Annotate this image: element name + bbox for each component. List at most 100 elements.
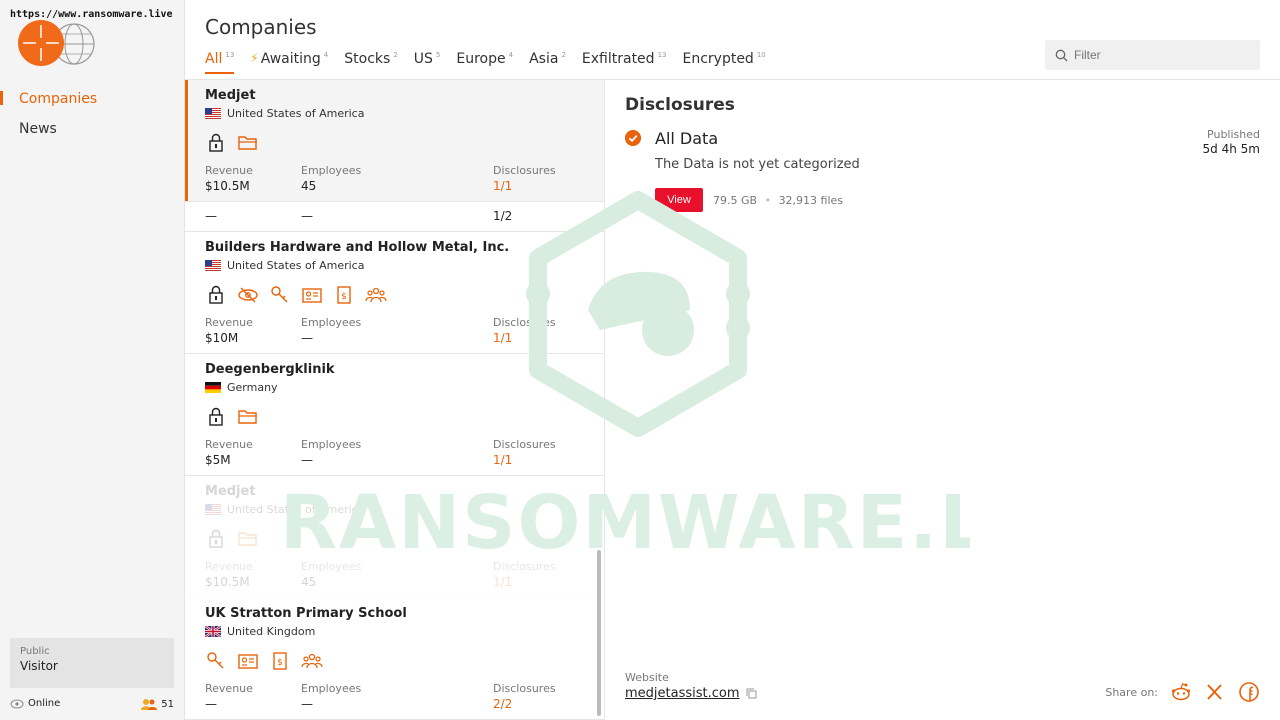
tab-count: 2	[393, 51, 398, 59]
page-title: Companies	[205, 15, 317, 39]
stat-value: 45	[301, 575, 317, 589]
user-name: Visitor	[20, 659, 58, 673]
header: Companies All 13 ⚡ Awaiting 4 Stocks 2 US 5 E…	[185, 0, 1280, 80]
tab-label: Stocks	[344, 51, 391, 67]
share-label: Share on:	[1105, 685, 1158, 699]
bolt-icon: ⚡	[250, 51, 259, 65]
stat-disclosures: Disclosures 1/1	[493, 164, 589, 193]
tab-label: Asia	[529, 51, 559, 67]
filter-box	[1045, 40, 1260, 70]
company-country: United States of America	[205, 107, 584, 120]
stat-employees: Employees —	[301, 438, 397, 467]
stat-revenue: Revenue $10.5M	[205, 560, 301, 589]
company-country: Germany	[205, 381, 584, 394]
disclosure-description: The Data is not yet categorized	[655, 157, 860, 172]
app-root: https://www.ransomware.live Companies Ne…	[0, 0, 1280, 720]
country-label: United States of America	[227, 107, 365, 120]
data-type-icons: $	[205, 650, 584, 672]
reddit-icon[interactable]	[1170, 681, 1192, 703]
company-card[interactable]: Medjet United States of America Revenue $…	[185, 80, 604, 202]
sidebar-nav: Companies News	[0, 88, 184, 148]
list-scrollbar[interactable]	[597, 550, 601, 716]
data-size: 79.5 GB	[713, 194, 758, 207]
filter-tabs: All 13 ⚡ Awaiting 4 Stocks 2 US 5 Europe 4 Asi…	[205, 51, 782, 74]
data-type-icons	[205, 528, 584, 550]
tab-awaiting[interactable]: ⚡ Awaiting 4	[250, 51, 328, 73]
stat-label: Revenue	[205, 682, 253, 695]
stat-label: Disclosures	[493, 164, 556, 177]
ransomware-live-logo[interactable]	[18, 20, 98, 68]
disclosure-title: All Data	[655, 129, 719, 148]
tab-stocks[interactable]: Stocks 2	[344, 51, 398, 73]
tab-us[interactable]: US 5	[414, 51, 441, 73]
company-card-partial[interactable]: — — 1/2	[185, 202, 604, 232]
folder-icon	[238, 410, 257, 424]
stat-label: Disclosures	[493, 560, 556, 573]
website-url[interactable]: medjetassist.com	[625, 686, 740, 701]
stat-label: Employees	[301, 560, 362, 573]
stat-label: Employees	[301, 682, 362, 695]
sidebar-item-companies[interactable]: Companies	[0, 88, 184, 118]
stat-disclosures: Disclosures 1/1	[493, 438, 589, 467]
country-label: United States of America	[227, 259, 365, 272]
people-group-icon	[301, 653, 323, 669]
stat-revenue: Revenue $5M	[205, 438, 301, 467]
tab-count: 10	[756, 51, 766, 59]
tab-encrypted[interactable]: Encrypted 10	[682, 51, 765, 73]
company-list: Medjet United States of America Revenue $…	[185, 80, 605, 720]
stat-revenue: Revenue —	[205, 682, 301, 711]
user-role: Public	[20, 646, 50, 657]
eye-slash-icon	[238, 287, 258, 303]
stat-value: 1/1	[493, 575, 513, 589]
website-link[interactable]: medjetassist.com	[625, 686, 757, 701]
tab-label: Exfiltrated	[581, 51, 655, 67]
stat-label: Employees	[301, 164, 362, 177]
tab-count: 4	[323, 51, 329, 59]
data-type-icons	[205, 406, 584, 428]
published-info: Published 5d 4h 5m	[1203, 128, 1260, 156]
company-name: Builders Hardware and Hollow Metal, Inc.	[205, 240, 510, 255]
tab-count: 13	[225, 51, 235, 59]
us-flag-icon	[205, 108, 221, 119]
eye-icon	[10, 699, 24, 708]
tab-label: All	[205, 51, 223, 67]
invoice-dollar-icon: $	[273, 652, 287, 670]
stat-label: Employees	[301, 316, 362, 329]
tab-label: US	[413, 51, 433, 67]
tab-label: Europe	[456, 51, 506, 67]
company-stats: Revenue $10M Employees — Disclosures 1/1	[205, 316, 584, 345]
disclosure-meta: 79.5 GB • 32,913 files	[713, 194, 843, 207]
tab-count: 4	[508, 51, 514, 59]
company-stats: Revenue $10.5M Employees 45 Disclosures 1/1	[205, 164, 584, 193]
search-icon	[1055, 49, 1068, 61]
site-url[interactable]: https://www.ransomware.live	[10, 9, 173, 20]
tab-exfiltrated[interactable]: Exfiltrated 13	[582, 51, 667, 73]
tab-all[interactable]: All 13	[205, 51, 235, 74]
filter-input[interactable]	[1074, 48, 1244, 62]
tab-europe[interactable]: Europe 4	[456, 51, 513, 73]
company-card[interactable]: Deegenbergklinik Germany Revenue $5M Empl…	[185, 354, 604, 476]
data-type-icons: $	[205, 284, 584, 306]
company-card[interactable]: UK Stratton Primary School United Kingdo…	[185, 598, 604, 720]
lock-icon	[209, 133, 223, 152]
sidebar-item-news[interactable]: News	[0, 118, 184, 148]
tab-count: 13	[657, 51, 667, 59]
company-card[interactable]: Builders Hardware and Hollow Metal, Inc.…	[185, 232, 604, 354]
user-card[interactable]: Public Visitor	[10, 638, 174, 688]
stat-label: Disclosures	[493, 438, 556, 451]
copy-icon[interactable]	[746, 688, 757, 699]
x-twitter-icon[interactable]	[1204, 681, 1226, 703]
stat-value: —	[205, 697, 217, 711]
company-country: United States of America	[205, 503, 584, 516]
view-button[interactable]: View	[655, 188, 703, 212]
svg-text:$: $	[341, 292, 347, 302]
stat-value: $5M	[205, 453, 231, 467]
stat-label: Disclosures	[493, 316, 556, 329]
company-name: UK Stratton Primary School	[205, 606, 407, 621]
facebook-icon[interactable]	[1238, 681, 1260, 703]
company-card-dragging[interactable]: Medjet United States of America Revenue $…	[185, 476, 604, 598]
tab-asia[interactable]: Asia 2	[529, 51, 566, 73]
stat-value: $10.5M	[205, 179, 250, 193]
key-icon	[271, 286, 288, 303]
stat-label: Employees	[301, 438, 362, 451]
